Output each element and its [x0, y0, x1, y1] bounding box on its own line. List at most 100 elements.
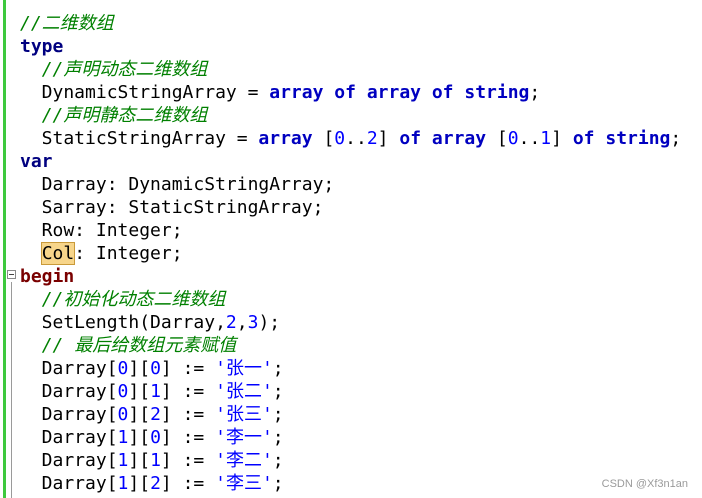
- code-line[interactable]: StaticStringArray = array [0..2] of arra…: [20, 127, 682, 150]
- fold-guide-line: [11, 282, 12, 498]
- code-line[interactable]: Darray[1][0] := '李一';: [20, 426, 681, 449]
- code-token: var: [20, 151, 53, 172]
- code-token: '李二': [215, 450, 273, 471]
- code-editor[interactable]: //二维数组 type //声明动态二维数组 DynamicStringArray…: [20, 12, 681, 495]
- code-token: Row: Integer;: [20, 220, 183, 241]
- code-token: ] :=: [160, 427, 216, 448]
- code-token: ] :=: [160, 404, 216, 425]
- code-token: array: [431, 128, 487, 149]
- code-token: of: [431, 82, 454, 103]
- code-token: Darray[: [20, 427, 118, 448]
- code-token: array: [269, 82, 324, 103]
- code-token: ]: [377, 128, 400, 149]
- code-line[interactable]: Darray[1][1] := '李二';: [20, 449, 681, 472]
- code-token: Darray[: [20, 404, 118, 425]
- code-line[interactable]: Darray[0][0] := '张一';: [20, 357, 681, 380]
- code-token: //声明静态二维数组: [41, 105, 208, 126]
- code-token: type: [20, 36, 64, 57]
- code-token: of: [572, 128, 595, 149]
- code-token: ][: [128, 427, 151, 448]
- code-line[interactable]: //声明动态二维数组: [20, 58, 681, 81]
- code-line[interactable]: Darray[0][2] := '张三';: [20, 403, 681, 426]
- code-token: 0: [150, 358, 161, 379]
- code-line[interactable]: Sarray: StaticStringArray;: [20, 196, 681, 219]
- code-line[interactable]: type: [20, 35, 681, 58]
- code-token: 0: [117, 381, 129, 402]
- code-line[interactable]: //初始化动态二维数组: [20, 288, 681, 311]
- code-token: [: [312, 128, 335, 149]
- code-token: //声明动态二维数组: [41, 59, 208, 80]
- code-line[interactable]: Col: Integer;: [20, 242, 681, 265]
- code-token: ;: [272, 427, 284, 448]
- code-line[interactable]: Darray[0][1] := '张二';: [20, 380, 681, 403]
- code-token: );: [258, 312, 281, 333]
- code-token: ] :=: [160, 473, 216, 494]
- code-token: 0: [150, 427, 161, 448]
- code-token: array: [258, 128, 313, 149]
- fold-toggle-icon[interactable]: [7, 270, 16, 279]
- code-token: '张二': [215, 381, 273, 402]
- code-token: '李一': [215, 427, 273, 448]
- code-token: Darray[: [20, 473, 118, 494]
- change-marker-bar: [3, 0, 6, 498]
- code-token: ] :=: [160, 450, 216, 471]
- code-token: ;: [272, 381, 284, 402]
- code-token: ][: [128, 450, 151, 471]
- code-line[interactable]: DynamicStringArray = array of array of s…: [20, 81, 681, 104]
- code-token: ][: [128, 473, 151, 494]
- code-line[interactable]: Darray: DynamicStringArray;: [20, 173, 681, 196]
- code-token: ] :=: [160, 381, 216, 402]
- code-token: ]: [551, 128, 573, 149]
- code-token: ;: [272, 404, 284, 425]
- code-token: 1: [117, 427, 129, 448]
- code-token: ][: [128, 404, 151, 425]
- watermark: CSDN @Xf3n1an: [601, 478, 688, 490]
- code-token: ][: [128, 381, 151, 402]
- code-line[interactable]: //二维数组: [20, 12, 681, 35]
- code-token: 3: [247, 312, 259, 333]
- code-line[interactable]: begin: [20, 265, 681, 288]
- code-token: 2: [366, 128, 378, 149]
- code-token: array: [366, 82, 421, 103]
- code-token: ][: [128, 358, 151, 379]
- code-token: Sarray: StaticStringArray;: [20, 197, 324, 218]
- code-token: 1: [150, 450, 161, 471]
- code-token: ;: [272, 358, 284, 379]
- code-token: ;: [272, 473, 284, 494]
- code-token: //初始化动态二维数组: [41, 289, 226, 310]
- code-token: 2: [225, 312, 237, 333]
- code-token: 0: [117, 358, 129, 379]
- code-token: ] :=: [160, 358, 216, 379]
- code-token: 0: [507, 128, 519, 149]
- code-token: 2: [150, 473, 161, 494]
- code-line[interactable]: // 最后给数组元素赋值: [20, 334, 681, 357]
- code-token: Darray[: [20, 381, 118, 402]
- code-line[interactable]: SetLength(Darray,2,3);: [20, 311, 681, 334]
- code-line[interactable]: var: [20, 150, 681, 173]
- code-line[interactable]: Row: Integer;: [20, 219, 681, 242]
- code-token: SetLength(Darray,: [20, 312, 226, 333]
- code-token: ;: [529, 82, 541, 103]
- code-token: Col: [40, 242, 76, 265]
- code-token: ;: [670, 128, 682, 149]
- code-token: 0: [117, 404, 129, 425]
- code-token: 0: [334, 128, 346, 149]
- code-token: // 最后给数组元素赋值: [41, 335, 237, 356]
- code-token: string: [605, 128, 671, 149]
- code-token: 1: [117, 473, 129, 494]
- code-token: '李三': [215, 473, 273, 494]
- code-token: ..: [518, 128, 541, 149]
- code-token: Darray[: [20, 358, 118, 379]
- code-line[interactable]: //声明静态二维数组: [20, 104, 681, 127]
- code-token: 1: [150, 381, 161, 402]
- code-line[interactable]: Darray[1][2] := '李三';: [20, 472, 681, 495]
- code-token: of: [334, 82, 356, 103]
